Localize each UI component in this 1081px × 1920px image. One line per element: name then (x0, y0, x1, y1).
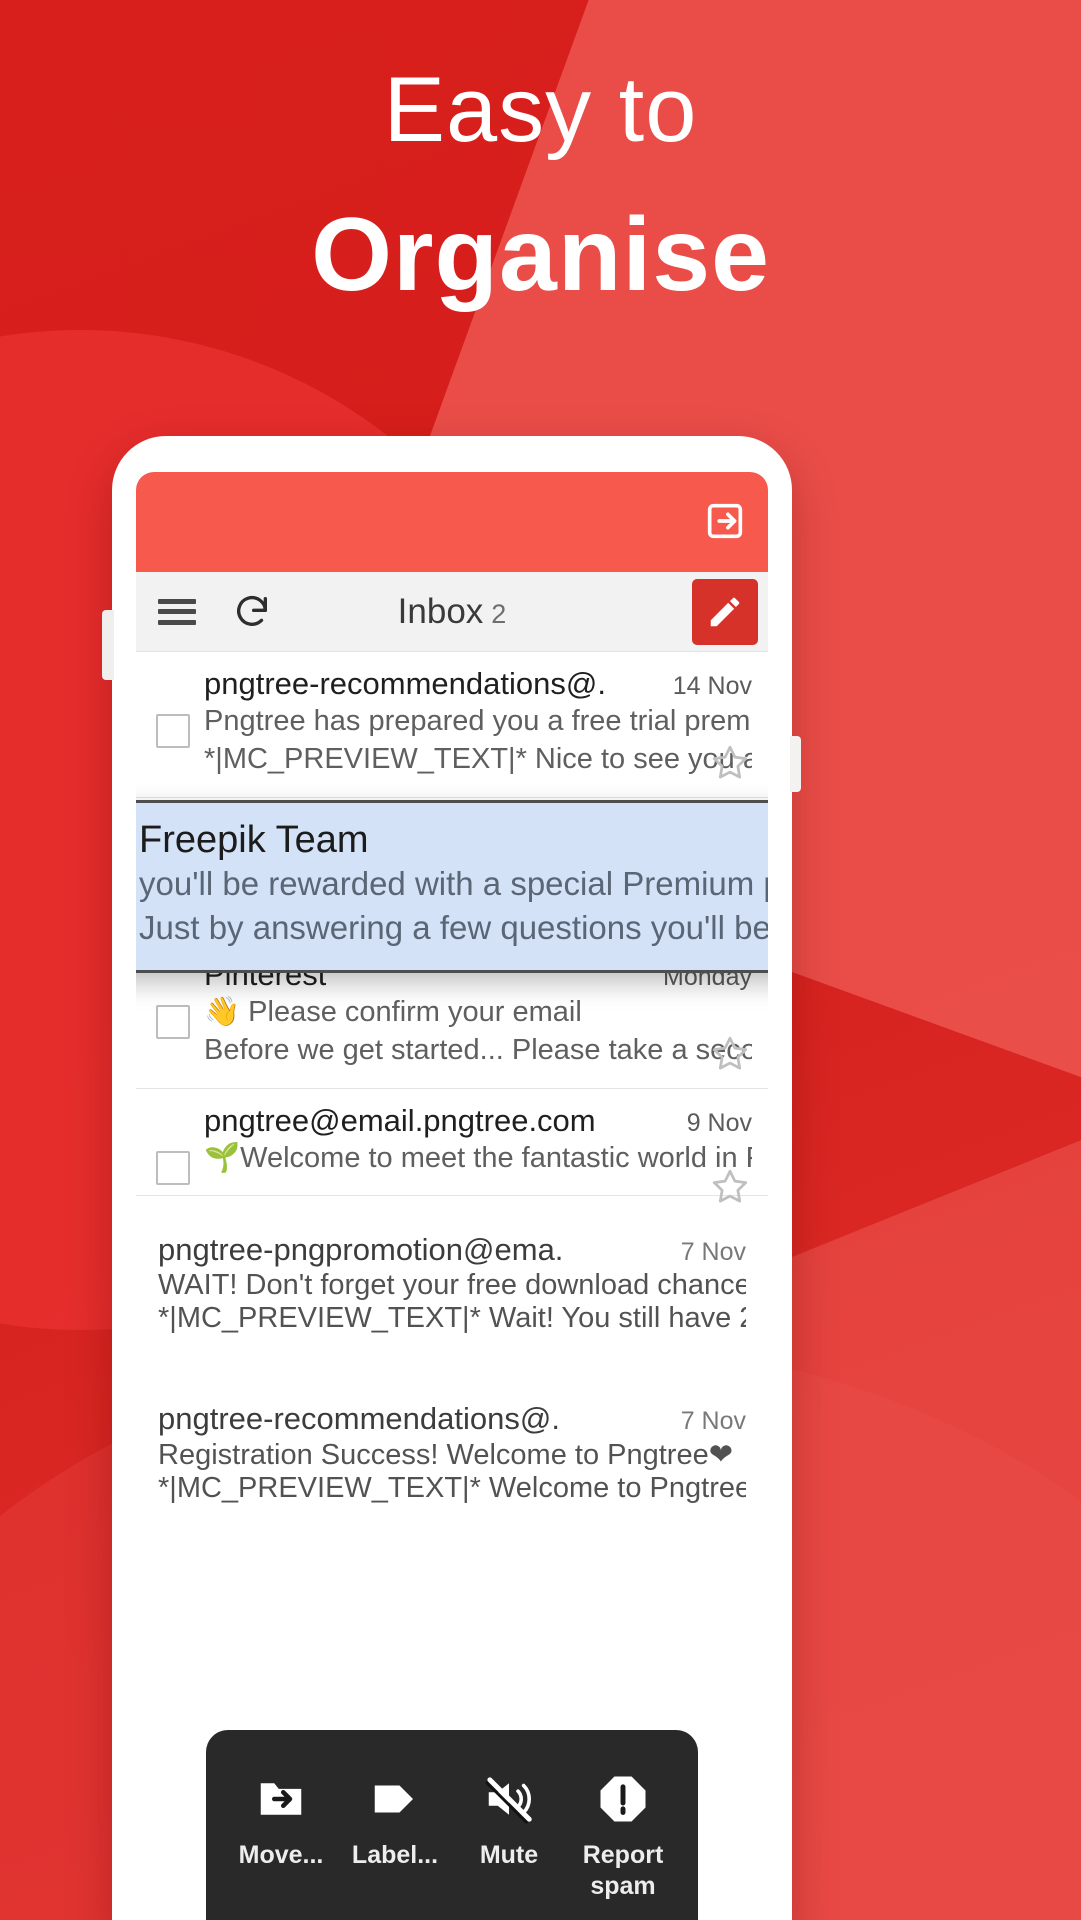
email-sender: pngtree-pngpromotion@ema. (158, 1231, 564, 1267)
app-status-bar (136, 472, 768, 572)
phone-screen: Inbox 2 pngtree-recommendations@. 14 Nov … (136, 472, 768, 1920)
action-label: Label... (351, 1841, 439, 1869)
email-row-header: pngtree-pngpromotion@ema. 7 Nov (158, 1232, 746, 1268)
star-outline-icon[interactable] (708, 741, 752, 785)
table-row[interactable]: pngtree-recommendations@. 7 Nov Registra… (136, 1395, 768, 1509)
table-row[interactable]: pngtree-recommendations@. 14 Nov Pngtree… (136, 652, 768, 798)
email-subject: Pngtree has prepared you a free trial pr… (204, 705, 752, 737)
table-row[interactable]: pngtree-pngpromotion@ema. 7 Nov WAIT! Do… (136, 1226, 768, 1339)
action-report-spam[interactable]: Report spam (566, 1772, 680, 1901)
email-row-header: pngtree@email.pngtree.com 9 Nov (152, 1103, 752, 1139)
email-snippet: *|MC_PREVIEW_TEXT|* Nice to see you agai… (204, 743, 752, 776)
app-toolbar: Inbox 2 (136, 572, 768, 652)
email-row-header: pngtree-recommendations@. 14 Nov (152, 666, 752, 702)
hamburger-menu-icon[interactable] (158, 598, 196, 625)
email-subject: 👋 Please confirm your email (204, 996, 582, 1029)
phone-side-button-right (790, 736, 801, 792)
action-sheet-grid: Move... Label... Mute Report spam (224, 1772, 680, 1920)
page-title: Inbox 2 (136, 592, 768, 632)
star-outline-icon[interactable] (708, 1165, 752, 1209)
email-subject: WAIT! Don't forget your free download ch… (158, 1268, 746, 1301)
logout-icon[interactable] (702, 498, 748, 544)
action-mute[interactable]: Mute (452, 1772, 566, 1901)
highlighted-email-header: Freepik Team 9 Nov (136, 819, 768, 862)
email-sender: pngtree-recommendations@. (204, 666, 606, 701)
report-spam-icon (596, 1772, 650, 1826)
email-snippet: Just by answering a few questions you'll… (139, 909, 768, 947)
highlighted-email-card[interactable]: Freepik Team 9 Nov you'll be rewarded wi… (136, 800, 768, 974)
table-row[interactable]: pngtree@email.pngtree.com 9 Nov 🌱Welcome… (136, 1089, 768, 1203)
compose-button[interactable] (692, 578, 758, 645)
email-subject: Registration Success! Welcome to Pngtree… (158, 1438, 734, 1471)
email-subject: you'll be rewarded with a special Premiu… (139, 865, 768, 902)
email-snippet: Before we get started... Please take a s… (204, 1034, 752, 1067)
label-tag-icon (368, 1772, 422, 1826)
inbox-label: Inbox (397, 591, 484, 631)
action-label: Mute (479, 1841, 539, 1869)
compose-pencil-icon (710, 597, 740, 626)
move-to-folder-icon (254, 1772, 308, 1826)
email-date: 14 Nov (672, 672, 752, 700)
email-snippet: *|MC_PREVIEW_TEXT|* Welcome to Pngtree! … (158, 1471, 746, 1504)
email-checkbox[interactable] (156, 714, 190, 748)
action-label: Move... (238, 1841, 324, 1869)
action-label: Report spam (582, 1841, 664, 1900)
email-subject: 🌱Welcome to meet the fantastic world in … (204, 1141, 752, 1174)
email-sender: Freepik Team (139, 819, 369, 861)
star-outline-icon[interactable] (708, 1032, 752, 1076)
email-date: 7 Nov (680, 1406, 746, 1435)
phone-side-button-left (102, 610, 114, 680)
action-sheet: Move... Label... Mute Report spam (206, 1730, 698, 1920)
inbox-unread-count: 2 (491, 598, 507, 629)
email-checkbox[interactable] (156, 1005, 190, 1040)
email-date: 9 Nov (686, 1108, 752, 1137)
mute-speaker-icon (482, 1772, 536, 1826)
action-move[interactable]: Move... (224, 1772, 338, 1901)
email-list: pngtree-recommendations@. 14 Nov Pngtree… (136, 652, 768, 1509)
email-checkbox[interactable] (156, 1150, 190, 1185)
action-label[interactable]: Label... (338, 1772, 452, 1901)
email-date: 7 Nov (680, 1237, 746, 1266)
email-sender: pngtree-recommendations@. (158, 1400, 560, 1436)
refresh-icon[interactable] (232, 592, 272, 632)
email-snippet: *|MC_PREVIEW_TEXT|* Wait! You still have… (158, 1301, 746, 1334)
phone-mockup: Inbox 2 pngtree-recommendations@. 14 Nov … (102, 436, 801, 1920)
email-sender: pngtree@email.pngtree.com (204, 1102, 596, 1138)
email-row-header: pngtree-recommendations@. 7 Nov (158, 1401, 746, 1437)
